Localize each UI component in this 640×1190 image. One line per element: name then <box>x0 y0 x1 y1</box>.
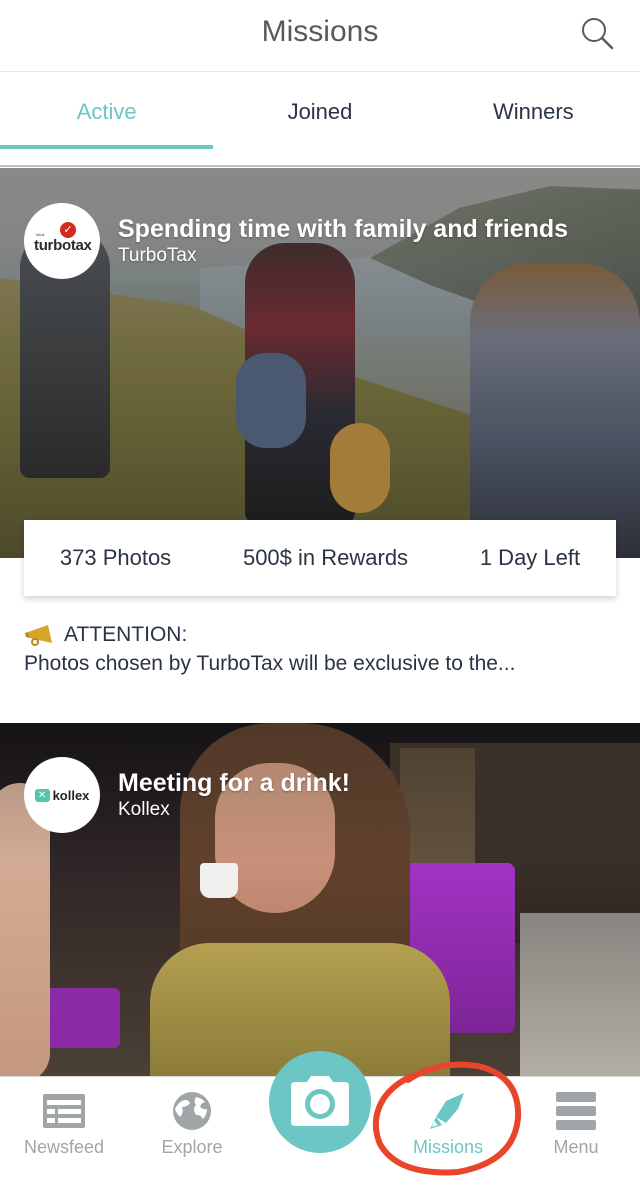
attention-notice[interactable]: ATTENTION: Photos chosen by TurboTax wil… <box>24 620 624 678</box>
mission-title: Meeting for a drink! <box>118 769 350 797</box>
photos-count: 373 Photos <box>59 545 172 570</box>
nav-menu[interactable]: Menu <box>512 1077 640 1177</box>
tab-joined[interactable]: Joined <box>213 73 426 165</box>
rewards-amount: 500$ in Rewards <box>242 545 409 570</box>
menu-icon <box>556 1092 596 1130</box>
globe-icon <box>173 1092 211 1130</box>
rocket-icon <box>430 1093 464 1129</box>
mission-brand: Kollex <box>118 799 170 820</box>
nav-newsfeed[interactable]: Newsfeed <box>0 1077 128 1177</box>
brand-logo-kollex[interactable]: ✕ kollex <box>24 757 100 833</box>
nav-label: Missions <box>412 1137 483 1157</box>
kollex-logo-icon: ✕ kollex <box>34 787 90 803</box>
attention-text: Photos chosen by TurboTax will be exclus… <box>24 652 516 675</box>
mission-stats: 373 Photos 500$ in Rewards 1 Day Left <box>24 520 616 596</box>
megaphone-icon <box>25 624 52 646</box>
photo-guitar <box>330 423 390 513</box>
camera-button[interactable] <box>269 1051 371 1153</box>
time-left: 1 Day Left <box>479 545 581 570</box>
mission-header[interactable]: ✓ intuit turbotax Spending time with fam… <box>24 203 568 279</box>
logo-word: kollex <box>52 787 90 803</box>
mission-title: Spending time with family and friends <box>118 215 569 243</box>
mission-header[interactable]: ✕ kollex Meeting for a drink! Kollex <box>24 757 350 833</box>
nav-explore[interactable]: Explore <box>128 1077 256 1177</box>
mission-brand: TurboTax <box>118 245 197 266</box>
nav-label: Newsfeed <box>23 1137 105 1157</box>
logo-word: turbotax <box>34 237 92 254</box>
search-button[interactable] <box>580 16 616 52</box>
photo-sleeping-bag <box>236 353 306 448</box>
camera-icon <box>291 1076 349 1126</box>
tab-active[interactable]: Active <box>0 73 214 165</box>
photo-hiker <box>470 263 640 558</box>
tab-winners[interactable]: Winners <box>427 73 640 165</box>
nav-label: Explore <box>161 1137 223 1157</box>
turbotax-logo-icon: ✓ intuit turbotax <box>30 222 94 256</box>
nav-missions[interactable]: Missions <box>384 1077 512 1177</box>
kollex-mark-icon: ✕ <box>34 788 50 802</box>
mission-tabs: Active Joined Winners <box>0 73 640 167</box>
check-icon: ✓ <box>60 222 76 238</box>
app-header: Missions <box>0 0 640 72</box>
attention-heading: ATTENTION: <box>64 623 188 646</box>
search-icon <box>582 18 614 50</box>
brand-logo-turbotax[interactable]: ✓ intuit turbotax <box>24 203 100 279</box>
nav-label: Menu <box>553 1137 599 1157</box>
page-title: Missions <box>261 15 379 48</box>
newsfeed-icon <box>43 1094 85 1128</box>
